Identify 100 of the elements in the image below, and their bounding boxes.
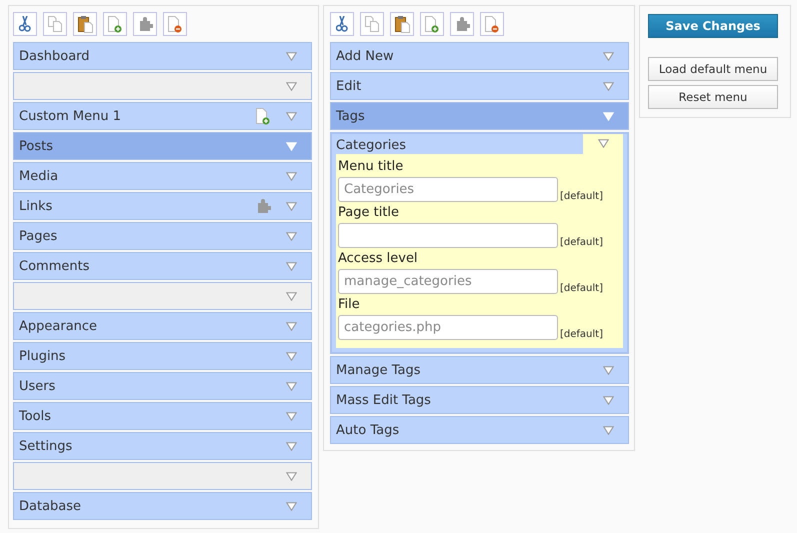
menu-button[interactable]: Reset menu <box>648 85 778 109</box>
input-field[interactable] <box>338 223 558 248</box>
menu-button[interactable]: Load default menu <box>648 57 778 81</box>
menu-item[interactable]: Dashboard <box>13 42 312 70</box>
new-page-icon <box>256 108 270 124</box>
dropdown-arrow-icon[interactable] <box>286 322 297 330</box>
menu-item[interactable]: Settings <box>13 432 312 460</box>
menu-item[interactable]: Tags <box>330 102 629 130</box>
menu-item-label: Tags <box>336 108 366 124</box>
menu-item[interactable]: Users <box>13 372 312 400</box>
field-label: Menu title <box>338 159 404 174</box>
menu-item-label: Users <box>19 378 56 394</box>
scissors-icon <box>336 16 348 32</box>
menu-separator[interactable] <box>13 72 312 100</box>
dropdown-arrow-icon[interactable] <box>286 412 297 420</box>
toolbar-button[interactable] <box>330 12 354 36</box>
dropdown-arrow-icon[interactable] <box>286 442 297 450</box>
menu-item-label: Appearance <box>19 318 98 334</box>
menu-item[interactable]: Appearance <box>13 312 312 340</box>
dropdown-arrow-icon[interactable] <box>286 352 297 360</box>
toolbar-button[interactable] <box>480 12 504 36</box>
menu-item[interactable]: Edit <box>330 72 629 100</box>
input-field[interactable]: Categories <box>338 177 558 202</box>
menu-item-label: Settings <box>19 438 74 454</box>
default-link[interactable]: [default] <box>560 329 603 340</box>
clipboard-icon <box>78 16 92 32</box>
menu-item-label: Links <box>19 198 54 214</box>
menu-item-label: Plugins <box>19 348 67 364</box>
menu-item[interactable]: Plugins <box>13 342 312 370</box>
dropdown-arrow-icon[interactable] <box>603 426 614 434</box>
menu-item[interactable]: Database <box>13 492 312 520</box>
menu-item[interactable]: Manage Tags <box>330 356 629 384</box>
default-link[interactable]: [default] <box>560 191 603 202</box>
dropdown-arrow-icon[interactable] <box>286 472 297 480</box>
menu-item[interactable]: Media <box>13 162 312 190</box>
menu-item[interactable]: Add New <box>330 42 629 70</box>
dropdown-arrow-icon[interactable] <box>286 202 297 210</box>
copy-icon <box>365 16 379 32</box>
menu-item-label: Dashboard <box>19 48 91 64</box>
dropdown-arrow-icon[interactable] <box>598 139 608 148</box>
puzzle-icon <box>138 16 152 32</box>
default-link[interactable]: [default] <box>560 283 603 294</box>
toolbar-button[interactable] <box>420 12 444 36</box>
menu-item-label: Posts <box>19 138 54 154</box>
menu-item-label: Tools <box>19 408 52 424</box>
menu-item[interactable]: Posts <box>13 132 312 160</box>
menu-item-label: Database <box>19 498 82 514</box>
dropdown-arrow-icon[interactable] <box>286 262 297 270</box>
menu-item-label: Add New <box>336 48 395 64</box>
field-label: Page title <box>338 205 400 220</box>
menu-item-label: Manage Tags <box>336 362 422 378</box>
puzzle-icon <box>256 198 270 214</box>
save-button[interactable]: Save Changes <box>648 14 778 38</box>
toolbar-button[interactable] <box>73 12 97 36</box>
menu-item-label: Auto Tags <box>336 422 400 438</box>
field-label: Access level <box>338 251 419 266</box>
dropdown-arrow-icon[interactable] <box>286 232 297 240</box>
toolbar-button[interactable] <box>163 12 187 36</box>
new-page-icon <box>425 16 439 32</box>
toolbar-button[interactable] <box>450 12 474 36</box>
scissors-icon <box>19 16 31 32</box>
toolbar-button[interactable] <box>13 12 37 36</box>
menu-item-label: Mass Edit Tags <box>336 392 432 408</box>
menu-item[interactable]: Custom Menu 1 <box>13 102 312 130</box>
dropdown-arrow-icon[interactable] <box>603 396 614 404</box>
menu-item-label: Custom Menu 1 <box>19 108 122 124</box>
menu-item-label: Media <box>19 168 60 184</box>
dropdown-arrow-icon[interactable] <box>286 112 297 120</box>
menu-item-label: Comments <box>19 258 90 274</box>
toolbar-button[interactable] <box>390 12 414 36</box>
dropdown-arrow-icon[interactable] <box>286 502 297 510</box>
menu-item[interactable]: Mass Edit Tags <box>330 386 629 414</box>
dropdown-arrow-icon[interactable] <box>603 52 614 60</box>
dropdown-arrow-icon[interactable] <box>286 82 297 90</box>
toolbar-button[interactable] <box>133 12 157 36</box>
dropdown-arrow-icon[interactable] <box>603 82 614 90</box>
menu-item[interactable]: Comments <box>13 252 312 280</box>
dropdown-arrow-icon[interactable] <box>286 172 297 180</box>
clipboard-icon <box>394 16 410 32</box>
menu-separator[interactable] <box>13 282 312 310</box>
input-field[interactable]: categories.php <box>338 315 558 340</box>
menu-item[interactable]: Pages <box>13 222 312 250</box>
dropdown-arrow-icon[interactable] <box>603 366 614 374</box>
field-label: File <box>338 297 361 312</box>
toolbar-button[interactable] <box>103 12 127 36</box>
input-field[interactable]: manage_categories <box>338 269 558 294</box>
menu-separator[interactable] <box>13 462 312 490</box>
new-page-icon <box>108 16 122 32</box>
menu-item-label: Edit <box>336 78 362 94</box>
dropdown-arrow-icon[interactable] <box>286 52 297 60</box>
default-link[interactable]: [default] <box>560 237 603 248</box>
menu-item-title[interactable]: Categories <box>336 134 583 154</box>
menu-item[interactable]: Tools <box>13 402 312 430</box>
menu-item[interactable]: Links <box>13 192 312 220</box>
menu-item[interactable]: Auto Tags <box>330 416 629 444</box>
dropdown-arrow-icon[interactable] <box>286 292 297 300</box>
puzzle-icon <box>454 16 470 32</box>
dropdown-arrow-icon[interactable] <box>286 382 297 390</box>
menu-item-label: Pages <box>19 228 58 244</box>
copy-icon <box>48 16 62 32</box>
